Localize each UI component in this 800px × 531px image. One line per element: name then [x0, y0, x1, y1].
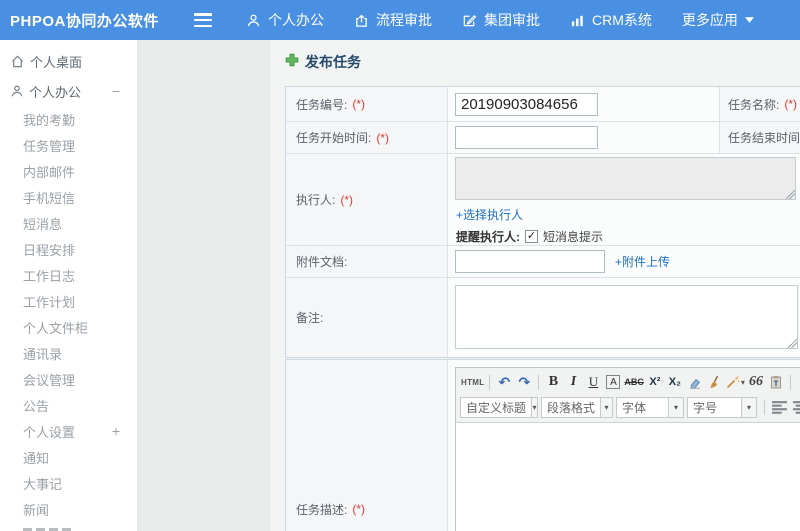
- app-logo: PHPOA协同办公软件: [10, 12, 159, 30]
- remind-executor-label: 提醒执行人:: [456, 230, 520, 244]
- edit-icon: [462, 13, 477, 28]
- sidebar-item-task-management[interactable]: 任务管理: [0, 132, 137, 158]
- sidebar-item-work-log[interactable]: 工作日志: [0, 262, 137, 288]
- redo-icon[interactable]: ↷: [514, 372, 534, 392]
- chevron-down-icon: ▾: [600, 397, 612, 417]
- sidebar-item-notice[interactable]: 通知: [0, 444, 137, 470]
- paragraph-format-select[interactable]: 段落格式 ▾: [541, 396, 613, 418]
- choose-executor-link[interactable]: +选择执行人: [456, 206, 523, 223]
- paste-icon[interactable]: [766, 372, 786, 392]
- topbar: PHPOA协同办公软件 个人办公 流程审批 集团审批 CRM系统 更多应用: [0, 0, 800, 40]
- remark-label: 备注:: [286, 278, 448, 357]
- nav-workflow-approval[interactable]: 流程审批: [354, 10, 432, 30]
- nav-group-approval[interactable]: 集团审批: [462, 10, 540, 30]
- attachment-label: 附件文档:: [286, 246, 448, 277]
- chevron-down-icon: ▾: [741, 397, 756, 417]
- italic-button[interactable]: I: [563, 372, 583, 392]
- undo-icon[interactable]: ↶: [494, 372, 514, 392]
- editor-content-area[interactable]: [456, 423, 800, 531]
- sms-remind-checkbox[interactable]: ✓: [525, 230, 538, 243]
- collapse-icon[interactable]: −: [112, 84, 120, 98]
- font-color-button[interactable]: A: [795, 372, 800, 392]
- blockquote-button[interactable]: 66: [746, 372, 766, 392]
- sidebar-item-desktop[interactable]: 个人桌面: [0, 46, 137, 76]
- nav-more-apps[interactable]: 更多应用: [682, 10, 754, 30]
- sidebar-item-address-book[interactable]: 通讯录: [0, 340, 137, 366]
- editor-toolbar: HTML ↶ ↷ B I U A ABC X² X₂ ▾ 66 自定义标题 ▾ …: [456, 368, 800, 423]
- remark-textarea[interactable]: [455, 285, 798, 349]
- magic-wand-icon[interactable]: ▾: [725, 372, 746, 392]
- sidebar-item-news[interactable]: 新闻: [0, 496, 137, 522]
- font-style-button[interactable]: A: [606, 375, 621, 389]
- font-size-select[interactable]: 字号 ▾: [687, 396, 757, 418]
- description-label: 任务描述: (*): [286, 360, 448, 531]
- workflow-icon: [354, 13, 369, 28]
- user-icon: [10, 84, 24, 98]
- end-time-label: 任务结束时间:(*): [719, 122, 800, 153]
- task-no-input[interactable]: [455, 92, 598, 116]
- sidebar-item-events[interactable]: 大事记: [0, 470, 137, 496]
- subscript-button[interactable]: X₂: [665, 372, 685, 392]
- attachment-input[interactable]: [455, 250, 605, 273]
- align-left-icon[interactable]: [772, 400, 787, 414]
- format-brush-icon[interactable]: [705, 372, 725, 392]
- sidebar-item-short-message[interactable]: 短消息: [0, 210, 137, 236]
- attachment-upload-link[interactable]: +附件上传: [615, 253, 670, 270]
- bold-button[interactable]: B: [543, 372, 563, 392]
- sms-remind-label: 短消息提示: [543, 230, 604, 244]
- executor-textarea[interactable]: [455, 157, 796, 200]
- superscript-button[interactable]: X²: [645, 372, 665, 392]
- sidebar-item-sms[interactable]: 手机短信: [0, 184, 137, 210]
- sidebar-item-work-plan[interactable]: 工作计划: [0, 288, 137, 314]
- custom-title-select[interactable]: 自定义标题 ▾: [460, 396, 538, 418]
- chevron-down-icon: ▾: [740, 377, 745, 387]
- menu-icon[interactable]: [194, 13, 214, 27]
- page-title: 发布任务: [285, 52, 361, 72]
- chevron-down-icon: ▾: [531, 397, 537, 417]
- task-description-table: 任务描述: (*) HTML ↶ ↷ B I U A ABC X² X₂ ▾ 6…: [285, 359, 800, 531]
- task-no-label: 任务编号: (*): [286, 87, 448, 121]
- nav-personal-office[interactable]: 个人办公: [246, 10, 324, 30]
- strikethrough-button[interactable]: ABC: [623, 372, 645, 392]
- task-form-table: 任务编号:(*) 任务名称:(*) 任务开始时间:(*) 任务结束时间:(*) …: [285, 86, 800, 358]
- sidebar-item-file-cabinet[interactable]: 个人文件柜: [0, 314, 137, 340]
- user-icon: [246, 13, 261, 28]
- sidebar-item-internal-mail[interactable]: 内部邮件: [0, 158, 137, 184]
- underline-button[interactable]: U: [583, 372, 603, 392]
- sidebar: 个人桌面 个人办公 − 我的考勤 任务管理 内部邮件 手机短信 短消息 日程安排…: [0, 40, 138, 531]
- chevron-down-icon: [744, 17, 754, 23]
- start-time-label: 任务开始时间: (*): [286, 122, 448, 153]
- sidebar-item-meeting[interactable]: 会议管理: [0, 366, 137, 392]
- expand-icon[interactable]: +: [112, 424, 120, 438]
- align-center-icon[interactable]: [793, 400, 800, 414]
- add-icon: [285, 53, 299, 72]
- nav-crm-system[interactable]: CRM系统: [570, 10, 652, 30]
- start-time-input[interactable]: [455, 126, 598, 149]
- rich-text-editor: HTML ↶ ↷ B I U A ABC X² X₂ ▾ 66 自定义标题 ▾ …: [455, 367, 800, 531]
- top-navigation: 个人办公 流程审批 集团审批 CRM系统 更多应用: [246, 10, 754, 30]
- sidebar-item-schedule[interactable]: 日程安排: [0, 236, 137, 262]
- sidebar-item-attendance[interactable]: 我的考勤: [0, 106, 137, 132]
- sidebar-item-announcement[interactable]: 公告: [0, 392, 137, 418]
- eraser-icon[interactable]: [685, 372, 705, 392]
- source-code-button[interactable]: HTML: [460, 372, 485, 392]
- executor-label: 执行人: (*): [286, 154, 448, 245]
- bar-chart-icon: [570, 13, 585, 28]
- font-family-select[interactable]: 字体 ▾: [616, 396, 684, 418]
- home-icon: [10, 54, 25, 69]
- chevron-down-icon: ▾: [668, 397, 683, 417]
- task-name-label: 任务名称: (*): [719, 87, 800, 121]
- sidebar-item-personal-office[interactable]: 个人办公 −: [0, 76, 137, 106]
- sidebar-item-personal-settings[interactable]: 个人设置 +: [0, 418, 137, 444]
